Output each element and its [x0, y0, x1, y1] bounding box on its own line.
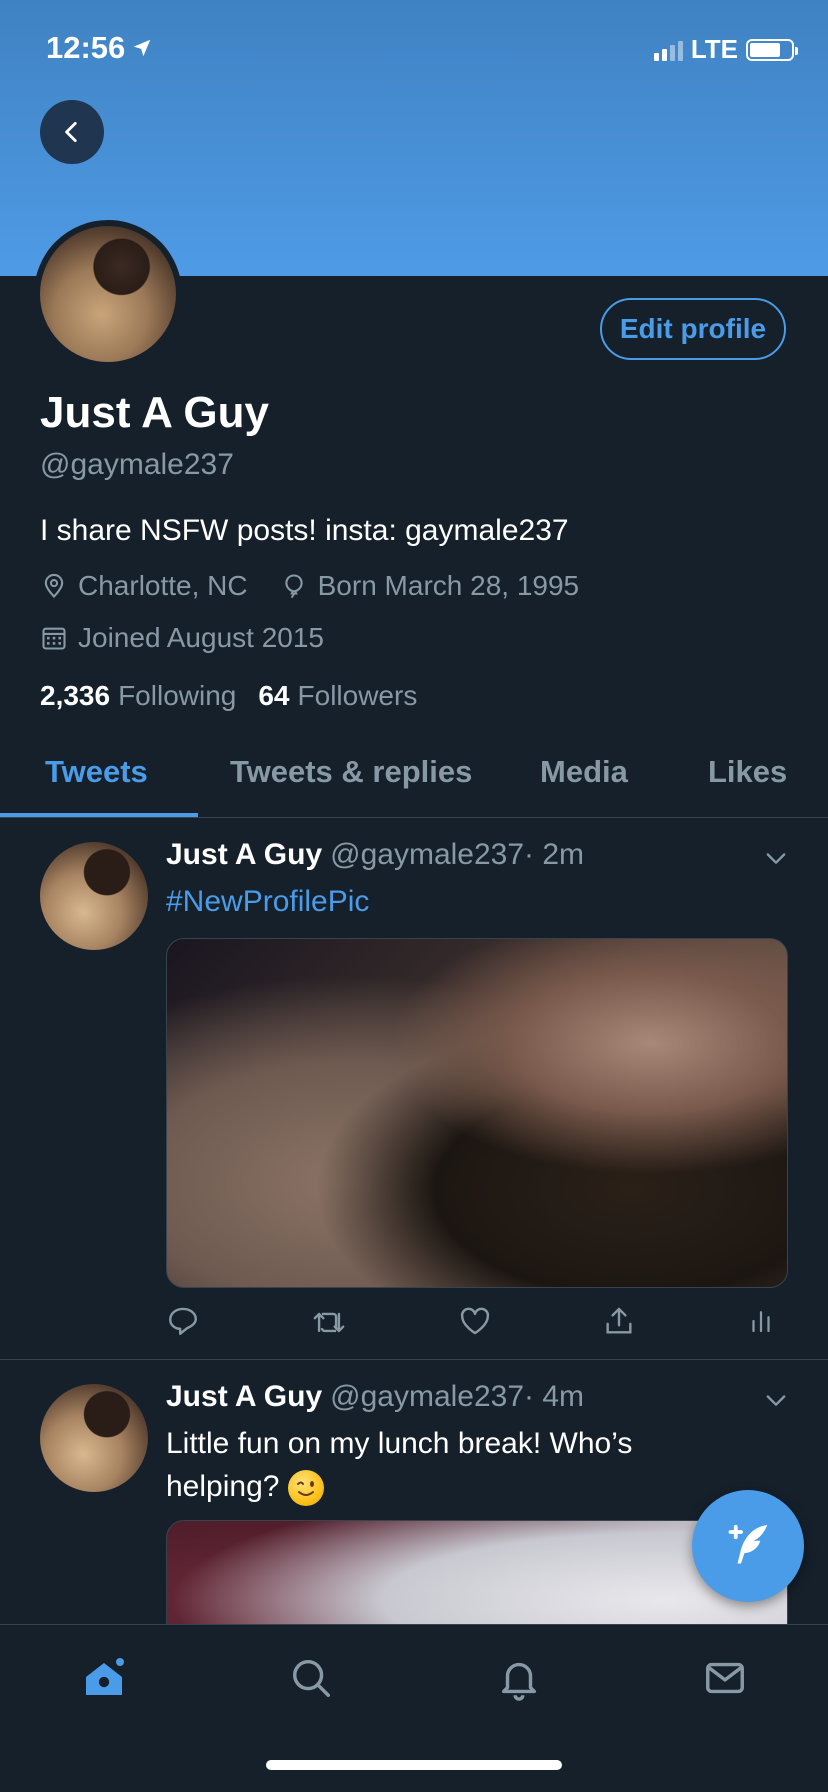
profile-location: Charlotte, NC — [40, 570, 248, 602]
battery-icon — [746, 38, 798, 61]
tweet-text: Little fun on my lunch break! Who’s help… — [166, 1422, 632, 1508]
tweet[interactable]: Just A Guy @gaymale237· 4m Little fun on … — [0, 1360, 828, 1624]
tweet-author-name[interactable]: Just A Guy — [166, 1380, 322, 1413]
edit-profile-button[interactable]: Edit profile — [600, 298, 786, 360]
nav-search[interactable] — [288, 1655, 334, 1706]
tweet-author-handle: @gaymale237 — [330, 838, 525, 871]
network-label: LTE — [690, 34, 738, 64]
nav-messages[interactable] — [702, 1655, 748, 1706]
bell-icon — [501, 1662, 537, 1701]
follow-stats: 2,336 Following 64 Followers — [40, 680, 417, 712]
tweet-author-handle: @gaymale237 — [330, 1380, 525, 1413]
chevron-down-icon[interactable] — [762, 844, 790, 872]
tweet-avatar[interactable] — [40, 842, 148, 950]
compose-tweet-icon — [728, 1524, 768, 1564]
status-indicators: LTE — [653, 34, 798, 65]
home-indicator — [266, 1760, 562, 1770]
tab-media[interactable]: Media — [540, 754, 628, 790]
tweet-header: Just A Guy @gaymale237· 2m — [166, 838, 584, 872]
tweet-time: · 2m — [524, 838, 585, 871]
following-count: 2,336 — [40, 680, 111, 711]
profile-avatar[interactable] — [34, 220, 182, 368]
back-button[interactable] — [40, 100, 104, 164]
tweet-hashtag[interactable]: #NewProfilePic — [166, 880, 369, 923]
location-pin-icon — [44, 573, 64, 598]
following-label: Following — [118, 680, 237, 711]
location-text: Charlotte, NC — [78, 570, 248, 601]
profile-tabs: Tweets Tweets & replies Media Likes — [0, 740, 828, 818]
share-icon[interactable] — [602, 1304, 636, 1338]
tab-tweets-replies[interactable]: Tweets & replies — [230, 754, 472, 790]
nav-home[interactable] — [80, 1655, 128, 1708]
tweet-text-line: Little fun on my lunch break! Who’s — [166, 1427, 633, 1460]
profile-birthday: Born March 28, 1995 — [280, 570, 580, 602]
profile-handle: @gaymale237 — [40, 448, 234, 481]
profile-meta-row: Charlotte, NC Born March 28, 1995 — [40, 570, 601, 602]
chevron-down-icon[interactable] — [762, 1386, 790, 1414]
tweet[interactable]: Just A Guy @gaymale237· 2m #NewProfilePic — [0, 818, 828, 1360]
tweet-image[interactable] — [166, 938, 788, 1288]
search-icon — [292, 1659, 330, 1697]
followers-label: Followers — [297, 680, 418, 711]
retweet-icon[interactable] — [310, 1304, 348, 1338]
tweet-text-line2: helping? — [166, 1470, 280, 1503]
winking-face-emoji-icon — [287, 1470, 324, 1507]
followers-link[interactable]: 64 Followers — [258, 680, 417, 712]
mail-icon — [706, 1662, 744, 1694]
tab-tweets[interactable]: Tweets — [45, 754, 148, 790]
birthday-text: Born March 28, 1995 — [317, 570, 580, 601]
status-time-text: 12:56 — [46, 30, 126, 65]
analytics-icon[interactable] — [746, 1304, 776, 1338]
balloon-icon — [284, 574, 303, 599]
reply-icon[interactable] — [166, 1304, 200, 1338]
compose-tweet-button[interactable] — [692, 1490, 804, 1602]
active-tab-indicator — [0, 813, 198, 817]
tweet-text-line: helping? — [166, 1465, 632, 1508]
heart-icon[interactable] — [458, 1304, 492, 1338]
tab-likes[interactable]: Likes — [708, 754, 787, 790]
following-link[interactable]: 2,336 Following — [40, 680, 236, 712]
tweet-avatar[interactable] — [40, 1384, 148, 1492]
joined-text: Joined August 2015 — [78, 622, 324, 653]
calendar-icon — [42, 627, 66, 650]
location-arrow-icon — [134, 39, 151, 57]
signal-icon — [653, 39, 683, 61]
status-time: 12:56 — [46, 30, 153, 66]
home-icon — [86, 1658, 124, 1695]
tweet-time: · 4m — [524, 1380, 585, 1413]
profile-joined: Joined August 2015 — [40, 622, 324, 654]
profile-name: Just A Guy — [40, 388, 270, 437]
followers-count: 64 — [258, 680, 290, 711]
nav-notifications[interactable] — [496, 1655, 542, 1706]
tweet-header: Just A Guy @gaymale237· 4m — [166, 1380, 584, 1414]
tweet-author-name[interactable]: Just A Guy — [166, 838, 322, 871]
chevron-left-icon — [65, 121, 77, 143]
tweet-actions — [166, 1304, 776, 1338]
profile-bio: I share NSFW posts! insta: gaymale237 — [40, 514, 569, 547]
